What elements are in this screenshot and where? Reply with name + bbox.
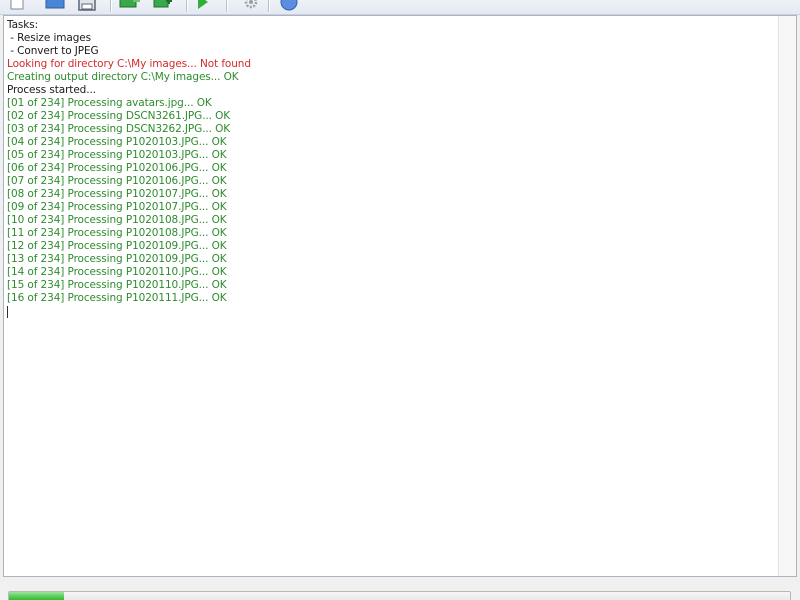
log-line: Tasks: bbox=[7, 19, 39, 31]
toolbar-separator bbox=[226, 0, 227, 12]
log-line: [08 of 234] Processing P1020107.JPG... O… bbox=[7, 188, 227, 200]
log-line: [04 of 234] Processing P1020103.JPG... O… bbox=[7, 136, 227, 148]
log-line: Creating output directory C:\My images..… bbox=[7, 71, 239, 83]
toolbar-separator bbox=[186, 0, 187, 12]
progress-bar bbox=[8, 591, 791, 600]
new-file-icon[interactable] bbox=[6, 0, 28, 12]
toolbar-separator bbox=[110, 0, 111, 12]
run-icon[interactable] bbox=[192, 0, 214, 12]
toolbar-separator bbox=[268, 0, 269, 12]
add-folder-icon[interactable] bbox=[152, 0, 174, 12]
log-output[interactable]: Tasks: - Resize images - Convert to JPEG… bbox=[3, 15, 797, 577]
log-line: [16 of 234] Processing P1020111.JPG... O… bbox=[7, 292, 227, 304]
app-window: Tasks: - Resize images - Convert to JPEG… bbox=[0, 0, 800, 600]
log-line: [05 of 234] Processing P1020103.JPG... O… bbox=[7, 149, 227, 161]
log-line: Process started... bbox=[7, 84, 96, 96]
log-line: [15 of 234] Processing P1020110.JPG... O… bbox=[7, 279, 227, 291]
status-bar bbox=[0, 580, 800, 600]
settings-icon[interactable] bbox=[240, 0, 262, 12]
log-text: Tasks: - Resize images - Convert to JPEG… bbox=[7, 19, 777, 571]
text-caret bbox=[7, 306, 8, 318]
toolbar bbox=[0, 0, 800, 15]
log-line: Looking for directory C:\My images... No… bbox=[7, 58, 251, 70]
log-line: [13 of 234] Processing P1020109.JPG... O… bbox=[7, 253, 227, 265]
log-line: [12 of 234] Processing P1020109.JPG... O… bbox=[7, 240, 227, 252]
log-line: [14 of 234] Processing P1020110.JPG... O… bbox=[7, 266, 227, 278]
log-line: - Convert to JPEG bbox=[7, 45, 99, 57]
log-line: [02 of 234] Processing DSCN3261.JPG... O… bbox=[7, 110, 231, 122]
add-images-icon[interactable] bbox=[118, 0, 140, 12]
log-line: [03 of 234] Processing DSCN3262.JPG... O… bbox=[7, 123, 231, 135]
open-file-icon[interactable] bbox=[44, 0, 66, 12]
progress-fill bbox=[9, 592, 64, 600]
log-line: [10 of 234] Processing P1020108.JPG... O… bbox=[7, 214, 227, 226]
vertical-scrollbar[interactable] bbox=[778, 16, 796, 576]
save-icon[interactable] bbox=[76, 0, 98, 12]
log-line: [09 of 234] Processing P1020107.JPG... O… bbox=[7, 201, 227, 213]
help-icon[interactable] bbox=[278, 0, 300, 12]
log-line: [01 of 234] Processing avatars.jpg... OK bbox=[7, 97, 212, 109]
log-line: [11 of 234] Processing P1020108.JPG... O… bbox=[7, 227, 227, 239]
log-line: - Resize images bbox=[7, 32, 92, 44]
log-line: [07 of 234] Processing P1020106.JPG... O… bbox=[7, 175, 227, 187]
log-line: [06 of 234] Processing P1020106.JPG... O… bbox=[7, 162, 227, 174]
